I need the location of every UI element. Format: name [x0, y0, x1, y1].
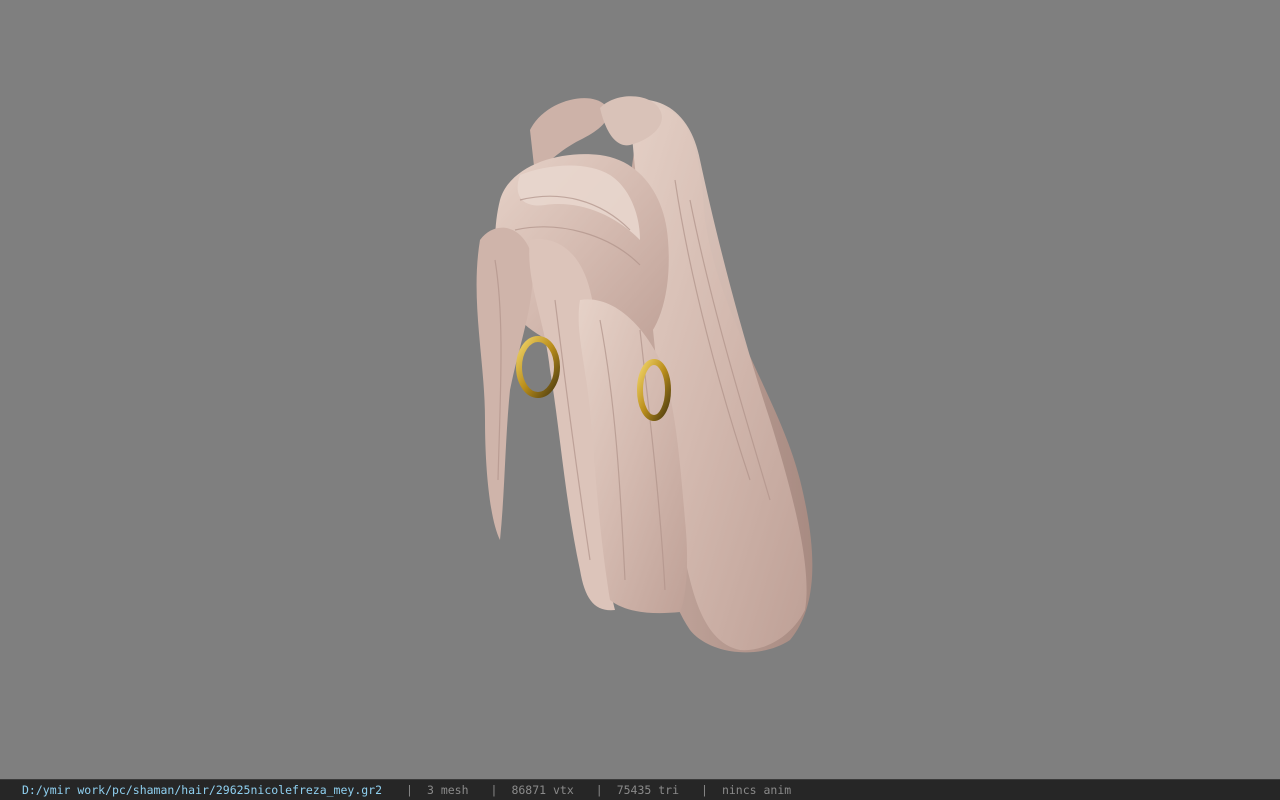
status-bar: D:/ymir work/pc/shaman/hair/29625nicolef…	[0, 779, 1280, 800]
hair-model-render	[476, 96, 813, 653]
triangle-count: 75435 tri	[616, 783, 680, 797]
separator: |	[406, 783, 413, 797]
3d-viewport[interactable]	[0, 0, 1280, 779]
separator: |	[490, 783, 498, 797]
vertex-count: 86871 vtx	[511, 783, 574, 797]
file-path: D:/ymir work/pc/shaman/hair/29625nicolef…	[22, 783, 383, 797]
separator: |	[701, 783, 708, 797]
animation-status: nincs anim	[721, 783, 792, 797]
mesh-count: 3 mesh	[426, 783, 469, 797]
separator: |	[595, 783, 603, 797]
